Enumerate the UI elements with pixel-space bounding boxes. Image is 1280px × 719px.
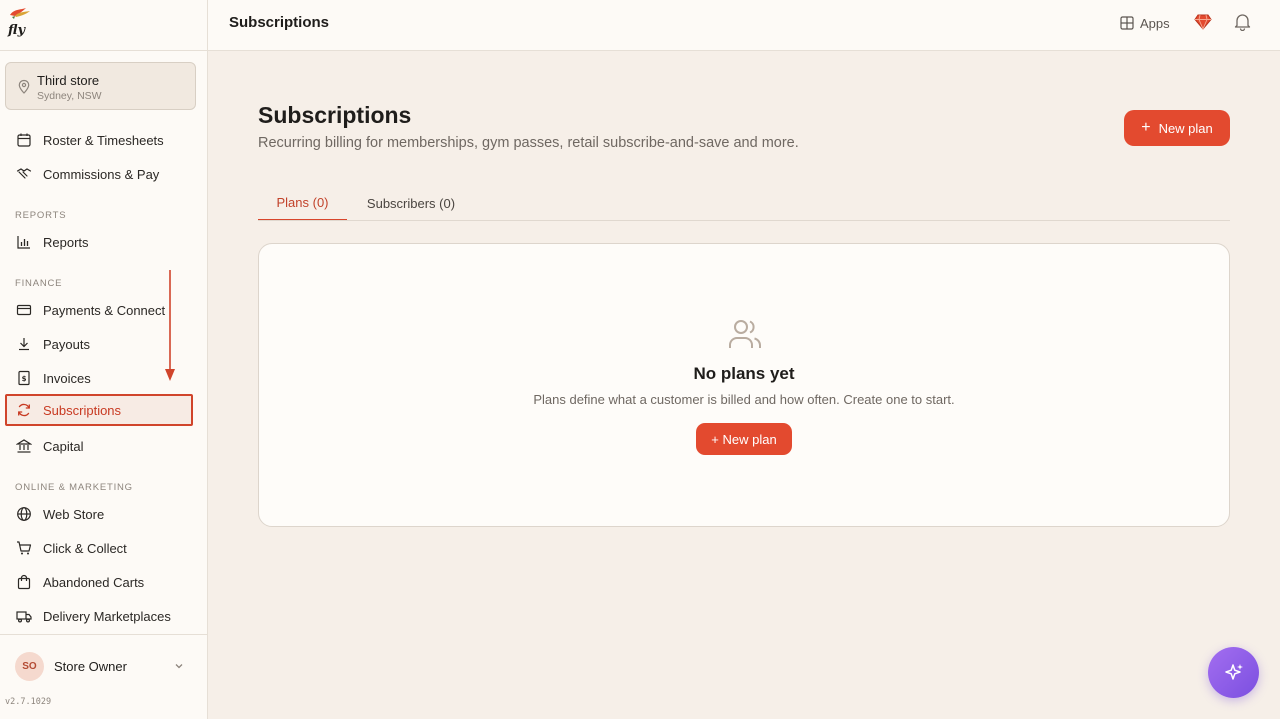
sidebar-item-reports[interactable]: Reports [5, 226, 193, 258]
sidebar: fly Third store Sydney, NSW Roster & Tim… [0, 0, 208, 719]
app-version: v2.7.1029 [5, 697, 52, 707]
svg-text:$: $ [22, 375, 27, 383]
users-icon [729, 320, 761, 348]
sparkles-icon [1224, 663, 1243, 680]
tab-plans[interactable]: Plans (0) [258, 186, 347, 221]
top-bar: Subscriptions Apps [208, 0, 1280, 51]
gem-icon[interactable] [1194, 13, 1212, 31]
refresh-icon [16, 402, 32, 418]
sidebar-item-label: Capital [43, 438, 84, 454]
ai-assistant-button[interactable] [1208, 647, 1259, 698]
sidebar-item-web-store[interactable]: Web Store [5, 498, 193, 530]
section-label-finance: FINANCE [15, 278, 63, 289]
apps-button[interactable]: Apps [1120, 12, 1170, 34]
sidebar-item-abandoned-carts[interactable]: Abandoned Carts [5, 566, 193, 598]
page-title: Subscriptions [258, 102, 412, 128]
new-plan-button[interactable]: + New plan [1124, 110, 1230, 146]
page-subtitle: Recurring billing for memberships, gym p… [258, 135, 799, 151]
sidebar-item-label: Payments & Connect [43, 302, 166, 318]
plus-icon: + [1141, 119, 1151, 136]
shopping-bag-icon [16, 574, 32, 590]
fly-logo-icon[interactable]: fly [6, 6, 32, 38]
sidebar-item-label: Web Store [43, 506, 105, 522]
bell-icon[interactable] [1234, 12, 1251, 31]
sidebar-item-commissions-pay[interactable]: Commissions & Pay [5, 158, 193, 190]
sidebar-item-label: Payouts [43, 336, 90, 352]
location-pin-icon [18, 79, 30, 94]
user-name[interactable]: Store Owner [54, 659, 127, 674]
empty-state-title: No plans yet [693, 364, 795, 383]
sidebar-item-label: Commissions & Pay [43, 166, 160, 182]
section-label-reports: REPORTS [15, 210, 67, 221]
grid-icon [1120, 16, 1134, 30]
topbar-title: Subscriptions [229, 14, 330, 31]
divider [0, 634, 208, 635]
sidebar-item-label: Click & Collect [43, 540, 127, 556]
annotation-arrow-icon [165, 270, 175, 381]
sidebar-item-label: Abandoned Carts [43, 574, 145, 590]
empty-state-card: No plans yet Plans define what a custome… [258, 243, 1230, 527]
download-icon [16, 336, 32, 352]
tab-subscribers[interactable]: Subscribers (0) [352, 186, 470, 221]
truck-icon [16, 608, 32, 624]
empty-state-new-plan-button[interactable]: + New plan [696, 423, 792, 455]
sidebar-item-subscriptions[interactable]: Subscriptions [5, 394, 193, 426]
store-location: Sydney, NSW [37, 90, 102, 102]
sidebar-item-roster-timesheets[interactable]: Roster & Timesheets [5, 124, 193, 156]
bar-chart-icon [16, 234, 32, 250]
divider [0, 50, 208, 51]
sidebar-item-delivery-marketplaces[interactable]: Delivery Marketplaces [5, 600, 193, 632]
sidebar-item-click-collect[interactable]: Click & Collect [5, 532, 193, 564]
credit-card-icon [16, 302, 32, 318]
apps-label: Apps [1140, 15, 1170, 31]
bank-icon [16, 438, 32, 454]
cart-icon [16, 540, 32, 556]
sidebar-item-label: Reports [43, 234, 89, 250]
section-label-online-marketing: ONLINE & MARKETING [15, 482, 133, 493]
sidebar-item-label: Subscriptions [43, 402, 122, 418]
sidebar-item-label: Invoices [43, 370, 91, 386]
store-selector[interactable]: Third store Sydney, NSW [5, 62, 196, 110]
sidebar-item-label: Delivery Marketplaces [43, 608, 171, 624]
globe-icon [16, 506, 32, 522]
store-name: Third store [37, 73, 100, 88]
tabs-divider [258, 220, 1230, 221]
avatar[interactable]: SO [15, 652, 44, 681]
new-plan-label: New plan [1158, 120, 1213, 136]
empty-state-description: Plans define what a customer is billed a… [533, 392, 955, 407]
chevron-down-icon[interactable] [173, 660, 185, 672]
invoice-icon: $ [16, 370, 32, 386]
handshake-icon [16, 166, 32, 182]
calendar-icon [16, 132, 32, 148]
sidebar-item-capital[interactable]: Capital [5, 430, 193, 462]
logo-text: fly [7, 23, 26, 38]
sidebar-item-label: Roster & Timesheets [43, 132, 164, 148]
